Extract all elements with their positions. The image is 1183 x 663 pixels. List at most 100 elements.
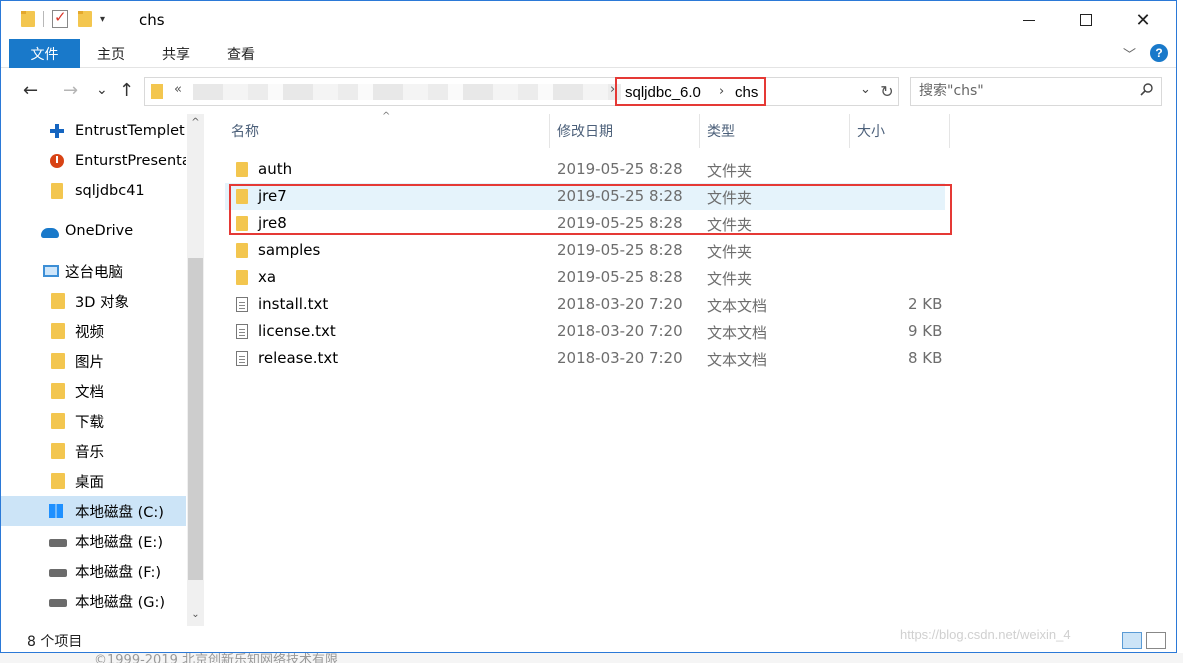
sidebar-item-downloads[interactable]: 下载 bbox=[1, 406, 186, 436]
file-type: 文件夹 bbox=[707, 162, 753, 180]
sidebar-item-sqljdbc41[interactable]: sqljdbc41 bbox=[1, 176, 186, 206]
sidebar-item-drive-c[interactable]: 本地磁盘 (C:) bbox=[1, 496, 186, 526]
red-app-icon bbox=[49, 153, 65, 169]
music-icon bbox=[51, 443, 65, 459]
file-name: license.txt bbox=[258, 322, 336, 340]
folder-icon bbox=[51, 183, 63, 199]
scroll-down-icon[interactable]: ⌄ bbox=[187, 606, 204, 622]
column-divider[interactable] bbox=[949, 114, 950, 148]
close-button[interactable]: ✕ bbox=[1115, 1, 1171, 39]
folder-icon bbox=[236, 243, 248, 258]
sidebar-item-videos[interactable]: 视频 bbox=[1, 316, 186, 346]
maximize-icon bbox=[1080, 14, 1092, 26]
file-row-samples[interactable]: samples 2019-05-25 8:28 文件夹 bbox=[225, 237, 945, 264]
address-overflow[interactable]: « bbox=[174, 82, 182, 97]
sidebar-item-desktop[interactable]: 桌面 bbox=[1, 466, 186, 496]
sidebar-item-drive-f[interactable]: 本地磁盘 (F:) bbox=[1, 556, 186, 586]
properties-icon[interactable] bbox=[52, 8, 68, 28]
search-box[interactable] bbox=[910, 77, 1162, 106]
sidebar-item-music[interactable]: 音乐 bbox=[1, 436, 186, 466]
sidebar-item-documents[interactable]: 文档 bbox=[1, 376, 186, 406]
sidebar-item-enturstpresenta[interactable]: EnturstPresenta bbox=[1, 146, 186, 176]
folder-icon bbox=[236, 216, 248, 231]
recent-locations-button[interactable]: ⌄ bbox=[96, 82, 108, 98]
search-input[interactable] bbox=[911, 78, 1131, 104]
sidebar-item-entrusttemplet[interactable]: EntrustTemplet bbox=[1, 116, 186, 146]
refresh-button[interactable]: ↻ bbox=[876, 77, 899, 106]
text-file-icon bbox=[236, 297, 248, 312]
column-header-date[interactable]: 修改日期 bbox=[557, 114, 613, 148]
tab-home[interactable]: 主页 bbox=[97, 39, 125, 68]
up-button[interactable]: ↑ bbox=[119, 80, 134, 101]
pictures-icon bbox=[51, 353, 65, 369]
sidebar-item-label: sqljdbc41 bbox=[75, 183, 145, 199]
folder-icon[interactable] bbox=[21, 11, 35, 27]
expand-ribbon-icon[interactable]: ﹀ bbox=[1123, 44, 1136, 63]
drive-icon bbox=[49, 539, 67, 547]
maximize-button[interactable] bbox=[1058, 1, 1114, 39]
details-view-icon[interactable] bbox=[1122, 632, 1142, 649]
file-row-jre7[interactable]: jre7 2019-05-25 8:28 文件夹 bbox=[225, 183, 945, 210]
tab-share[interactable]: 共享 bbox=[162, 39, 190, 68]
folder-icon bbox=[236, 270, 248, 285]
file-name: install.txt bbox=[258, 295, 329, 313]
navigation-bar: ← → ⌄ ↑ « › sqljdbc_6.0 › chs ⌄ ↻ bbox=[1, 68, 1176, 114]
cloud-icon bbox=[41, 228, 59, 238]
column-header-size[interactable]: 大小 bbox=[857, 114, 885, 148]
sidebar-item-drive-e[interactable]: 本地磁盘 (E:) bbox=[1, 526, 186, 556]
sidebar-item-3d-objects[interactable]: 3D 对象 bbox=[1, 286, 186, 316]
file-row-license[interactable]: license.txt 2018-03-20 7:20 文本文档 9 KB bbox=[225, 318, 945, 345]
back-button[interactable]: ← bbox=[23, 80, 38, 101]
help-icon[interactable]: ? bbox=[1150, 44, 1168, 62]
customize-toolbar-icon[interactable]: ▾ bbox=[100, 14, 105, 25]
forward-button[interactable]: → bbox=[63, 80, 78, 101]
sidebar-item-this-pc[interactable]: 这台电脑 bbox=[1, 256, 186, 286]
file-list: ^ 名称 修改日期 类型 大小 auth 2019-05-25 8:28 文件夹… bbox=[207, 111, 1176, 626]
breadcrumb-separator[interactable]: › bbox=[719, 84, 724, 99]
sidebar-item-drive-g[interactable]: 本地磁盘 (G:) bbox=[1, 586, 186, 616]
file-name: jre8 bbox=[258, 214, 287, 232]
minimize-button[interactable] bbox=[1001, 1, 1057, 39]
column-divider[interactable] bbox=[699, 114, 700, 148]
sidebar-item-label: 音乐 bbox=[75, 444, 104, 461]
scroll-up-icon[interactable]: ^ bbox=[187, 114, 204, 130]
sidebar-item-label: 视频 bbox=[75, 324, 104, 341]
address-bar[interactable]: « › sqljdbc_6.0 › chs ⌄ bbox=[144, 77, 899, 106]
breadcrumb-chs[interactable]: chs bbox=[735, 84, 758, 101]
file-date: 2018-03-20 7:20 bbox=[557, 349, 683, 367]
file-date: 2019-05-25 8:28 bbox=[557, 241, 683, 259]
file-date: 2019-05-25 8:28 bbox=[557, 187, 683, 205]
column-divider[interactable] bbox=[849, 114, 850, 148]
background-page: ©1999-2019 北京创新乐知网络技术有限 bbox=[0, 653, 1183, 663]
search-icon[interactable] bbox=[1140, 83, 1153, 96]
sidebar-item-onedrive[interactable]: OneDrive bbox=[1, 216, 186, 246]
file-size: 9 KB bbox=[908, 322, 943, 340]
title-bar: ▾ chs ✕ bbox=[1, 1, 1176, 39]
folder-icon bbox=[151, 84, 163, 99]
download-icon bbox=[51, 413, 65, 429]
ribbon-tabs: 文件 主页 共享 查看 ﹀ ? bbox=[1, 39, 1176, 68]
sidebar-item-label: 本地磁盘 (F:) bbox=[75, 564, 162, 581]
tab-view[interactable]: 查看 bbox=[227, 39, 255, 68]
minimize-icon bbox=[1023, 19, 1035, 21]
file-row-release[interactable]: release.txt 2018-03-20 7:20 文本文档 8 KB bbox=[225, 345, 945, 372]
item-count: 8 个项目 bbox=[27, 634, 83, 650]
column-header-type[interactable]: 类型 bbox=[707, 114, 735, 148]
file-date: 2019-05-25 8:28 bbox=[557, 214, 683, 232]
address-dropdown-icon[interactable]: ⌄ bbox=[860, 82, 871, 97]
sidebar-item-label: EnturstPresenta bbox=[75, 153, 186, 169]
file-type: 文件夹 bbox=[707, 216, 753, 234]
column-header-name[interactable]: 名称 bbox=[231, 114, 259, 148]
scrollbar-thumb[interactable] bbox=[188, 258, 203, 580]
file-row-xa[interactable]: xa 2019-05-25 8:28 文件夹 bbox=[225, 264, 945, 291]
file-row-auth[interactable]: auth 2019-05-25 8:28 文件夹 bbox=[225, 156, 945, 183]
watermark: https://blog.csdn.net/weixin_4 bbox=[900, 627, 1071, 642]
sidebar-item-pictures[interactable]: 图片 bbox=[1, 346, 186, 376]
large-icons-view-icon[interactable] bbox=[1146, 632, 1166, 649]
breadcrumb-sqljdbc[interactable]: sqljdbc_6.0 bbox=[625, 84, 701, 101]
file-row-jre8[interactable]: jre8 2019-05-25 8:28 文件夹 bbox=[225, 210, 945, 237]
column-divider[interactable] bbox=[549, 114, 550, 148]
file-row-install[interactable]: install.txt 2018-03-20 7:20 文本文档 2 KB bbox=[225, 291, 945, 318]
new-folder-icon[interactable] bbox=[78, 11, 92, 27]
tab-file[interactable]: 文件 bbox=[9, 39, 80, 68]
